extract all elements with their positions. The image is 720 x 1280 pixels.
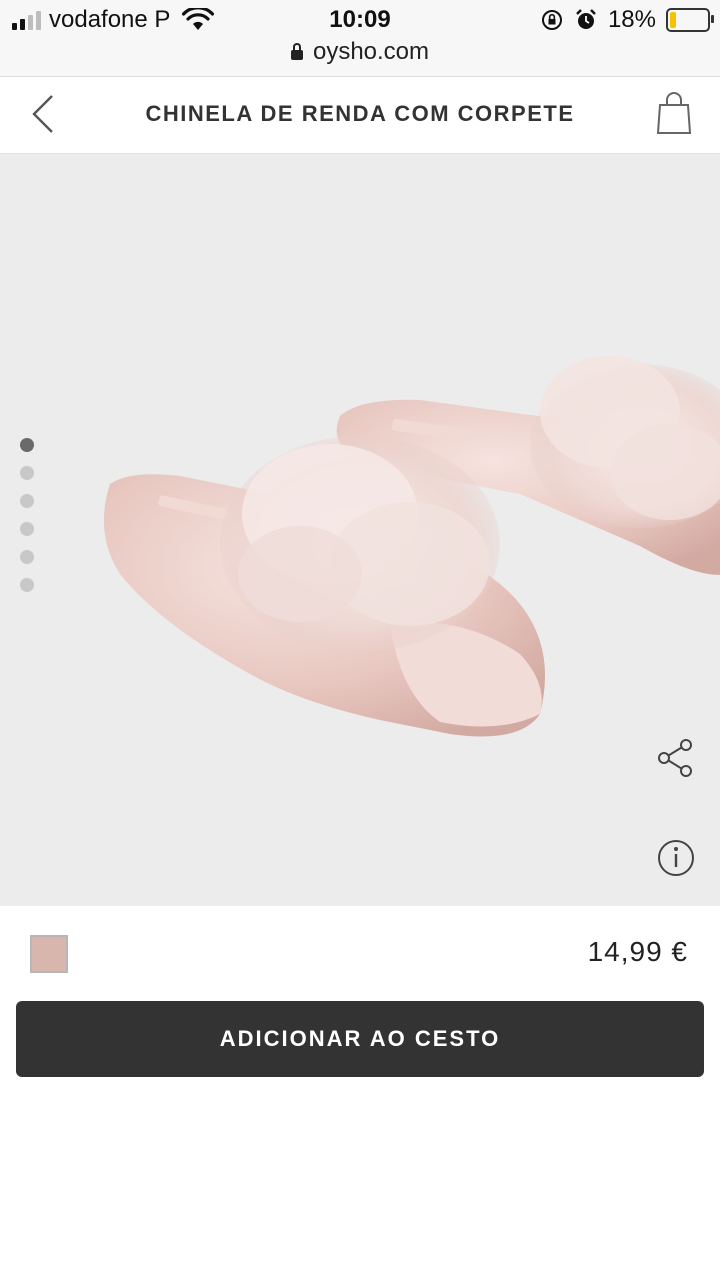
gallery-pagination (20, 438, 34, 592)
status-bar: vodafone P 10:09 18% oysho.com (0, 0, 720, 77)
battery-fill (670, 12, 676, 28)
product-price: 14,99 € (587, 936, 688, 967)
add-to-cart-button[interactable]: ADICIONAR AO CESTO (16, 1001, 704, 1077)
gallery-dot[interactable] (20, 522, 34, 536)
shopping-bag-icon[interactable] (654, 91, 694, 135)
page-header: CHINELA DE RENDA COM CORPETE (0, 77, 720, 154)
gallery-dot[interactable] (20, 494, 34, 508)
address-bar[interactable]: oysho.com (0, 38, 720, 66)
alarm-icon (576, 9, 596, 29)
url-text: oysho.com (312, 38, 430, 65)
lock-icon (290, 43, 303, 60)
page-title: CHINELA DE RENDA COM CORPETE (145, 101, 575, 126)
gallery-dot[interactable] (20, 466, 34, 480)
battery-icon (666, 8, 714, 32)
battery-percent: 18% (607, 6, 656, 33)
gallery-dot[interactable] (20, 438, 34, 452)
color-swatch[interactable] (30, 935, 68, 973)
chevron-left-icon[interactable] (28, 93, 58, 135)
product-gallery[interactable] (0, 154, 720, 906)
info-icon[interactable] (656, 838, 696, 878)
product-image (103, 356, 720, 737)
gallery-dot[interactable] (20, 550, 34, 564)
status-right: 18% (540, 6, 714, 34)
share-icon[interactable] (656, 738, 696, 778)
gallery-dot[interactable] (20, 578, 34, 592)
orientation-lock-icon (541, 10, 562, 30)
